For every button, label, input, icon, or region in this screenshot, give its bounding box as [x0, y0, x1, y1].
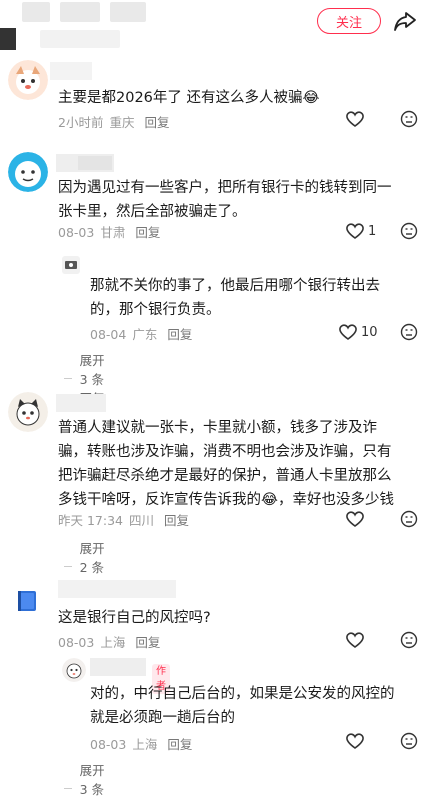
comment-time: 昨天 17:34 [58, 513, 123, 528]
reply-text: 对的，中行自己后台的，如果是公安发的风控的就是必须跑一趟后台的 [90, 686, 395, 726]
comment-text: 因为遇见过有一些客户，把所有银行卡的钱转到同一张卡里，然后全部被骗走了。 [58, 180, 392, 220]
divider [64, 566, 72, 567]
blurred-text [78, 156, 112, 170]
divider [64, 788, 72, 789]
username[interactable] [58, 580, 176, 598]
like-icon[interactable] [338, 323, 358, 341]
divider [64, 378, 72, 379]
share-icon[interactable] [392, 8, 418, 34]
like-icon[interactable] [345, 631, 365, 649]
comment-meta: 08-03 上海 回复 [58, 632, 166, 651]
comment-meta: 2小时前 重庆 回复 [58, 112, 175, 131]
reply-meta: 08-03 上海 回复 [90, 734, 198, 753]
comment-text: 普通人建议就一张卡，卡里就小额，钱多了涉及诈骗，转账也涉及诈骗，消费不明也会涉及… [58, 420, 394, 508]
avatar[interactable] [62, 256, 80, 274]
dislike-face-icon[interactable] [400, 510, 418, 528]
dislike-face-icon[interactable] [400, 323, 418, 341]
blurred-text [60, 2, 100, 22]
like-count: 10 [361, 325, 378, 340]
dislike-face-icon[interactable] [400, 732, 418, 750]
reply-location: 上海 [132, 737, 158, 752]
comment-time: 2小时前 [58, 115, 104, 130]
reply-text: 那就不关你的事了，他最后用哪个银行转出去的，那个银行负责。 [90, 278, 380, 318]
reply-button[interactable]: 回复 [135, 225, 160, 240]
reply-button[interactable]: 回复 [144, 115, 169, 130]
blurred-text [40, 30, 120, 48]
like-icon[interactable] [345, 510, 365, 528]
comment-text: 这是银行自己的风控吗? [58, 610, 211, 626]
avatar[interactable] [8, 392, 48, 432]
blurred-text [22, 2, 50, 22]
comment-time: 08-03 [58, 635, 95, 650]
comment-time: 08-03 [58, 225, 95, 240]
top-left-marker [0, 28, 16, 50]
blurred-text [110, 2, 146, 22]
reply-time: 08-04 [90, 327, 127, 342]
comment-meta: 08-03 甘肃 回复 [58, 222, 166, 241]
like-icon[interactable] [345, 732, 365, 750]
avatar[interactable] [8, 60, 48, 100]
dislike-face-icon[interactable] [400, 222, 418, 240]
avatar[interactable] [14, 588, 40, 614]
username[interactable] [56, 394, 106, 412]
comment-meta: 昨天 17:34 四川 回复 [58, 510, 195, 529]
like-icon[interactable] [345, 110, 365, 128]
reply-button[interactable]: 回复 [135, 635, 160, 650]
comment-location: 甘肃 [100, 225, 126, 240]
reply-time: 08-03 [90, 737, 127, 752]
follow-button[interactable]: 关注 [317, 8, 381, 34]
comment-text: 主要是都2026年了 还有这么多人被骗😂 [58, 90, 320, 106]
reply-meta: 08-04 广东 回复 [90, 324, 198, 343]
reply-button[interactable]: 回复 [167, 327, 192, 342]
avatar[interactable] [8, 152, 48, 192]
dislike-face-icon[interactable] [400, 110, 418, 128]
like-count: 1 [368, 224, 377, 239]
expand-replies-label: 展开 3 条回复 [79, 763, 105, 797]
reply-button[interactable]: 回复 [167, 737, 192, 752]
top-bar: 关注 [0, 0, 428, 50]
comment-location: 重庆 [109, 115, 135, 130]
avatar[interactable] [62, 658, 86, 682]
like-icon[interactable] [345, 222, 365, 240]
expand-replies-button[interactable]: 展开 3 条回复 [64, 760, 107, 800]
dislike-face-icon[interactable] [400, 631, 418, 649]
reply-button[interactable]: 回复 [164, 513, 189, 528]
username[interactable] [90, 658, 146, 676]
reply-location: 广东 [132, 327, 158, 342]
username[interactable] [50, 62, 92, 80]
comment-location: 四川 [129, 513, 155, 528]
comment-location: 上海 [100, 635, 126, 650]
